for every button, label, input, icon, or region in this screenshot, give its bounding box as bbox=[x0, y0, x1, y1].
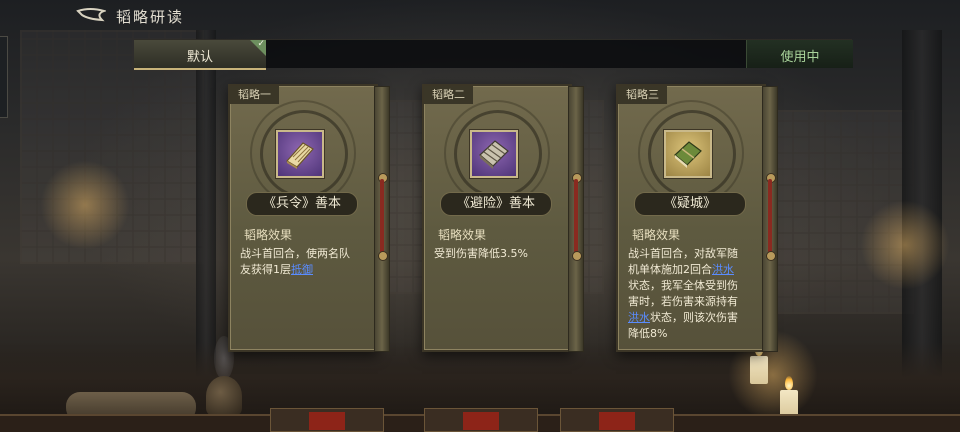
card-side-rail bbox=[762, 86, 778, 352]
card-title: 《兵令》善本 bbox=[246, 192, 358, 216]
incense-burner bbox=[206, 376, 242, 416]
table-book-1 bbox=[270, 408, 384, 432]
green-book-icon bbox=[664, 130, 712, 178]
candle-glow-right bbox=[860, 200, 950, 290]
rail-knob-bottom bbox=[572, 251, 582, 261]
rail-knob-bottom bbox=[766, 251, 776, 261]
scroll-book-icon bbox=[276, 130, 324, 178]
rail-red-bar bbox=[380, 179, 384, 253]
table-book-2 bbox=[424, 408, 538, 432]
header-bar: 韬略研读 bbox=[0, 0, 960, 30]
rail-knob-bottom bbox=[378, 251, 388, 261]
card-section-label: 韬略效果 bbox=[438, 228, 487, 242]
page-title: 韬略研读 bbox=[116, 8, 185, 26]
strategy-card-3[interactable]: 韬略三 《疑城》 韬略效果 战斗首回合，对敌军随机单体施加2回合洪水状态，我军全… bbox=[616, 84, 778, 352]
card-slot-label: 韬略三 bbox=[618, 86, 667, 104]
side-drawer-handle[interactable] bbox=[0, 36, 8, 118]
tab-default[interactable]: 默认 ✓ bbox=[134, 39, 266, 70]
in-use-label: 使用中 bbox=[780, 50, 820, 65]
card-side-rail bbox=[568, 86, 584, 352]
check-mark-icon: ✓ bbox=[257, 39, 265, 49]
strategy-card-2[interactable]: 韬略二 《避险》善本 韬略效果 受到伤害降低3.5% bbox=[422, 84, 584, 352]
card-slot-label: 韬略二 bbox=[424, 86, 473, 104]
bound-book-icon bbox=[470, 130, 518, 178]
card-desc-text-2: 状态，我军全体受到伤害时，若伤害来源持有 bbox=[628, 279, 738, 308]
card-title: 《避险》善本 bbox=[440, 192, 552, 216]
rail-red-bar bbox=[768, 179, 772, 253]
keyword-link-2[interactable]: 洪水 bbox=[628, 311, 650, 324]
card-side-rail bbox=[374, 86, 390, 352]
in-use-status[interactable]: 使用中 bbox=[746, 40, 853, 68]
card-slot-label: 韬略一 bbox=[230, 86, 279, 104]
preset-tab-bar: 默认 ✓ 使用中 bbox=[134, 39, 853, 70]
card-section-label: 韬略效果 bbox=[244, 228, 293, 242]
card-description: 战斗首回合，对敌军随机单体施加2回合洪水状态，我军全体受到伤害时，若伤害来源持有… bbox=[628, 246, 740, 342]
table-book-3 bbox=[560, 408, 674, 432]
card-description: 受到伤害降低3.5% bbox=[434, 247, 528, 260]
candle-flame-2 bbox=[785, 376, 793, 390]
card-section-label: 韬略效果 bbox=[632, 228, 681, 242]
keyword-link-1[interactable]: 洪水 bbox=[712, 263, 734, 276]
keyword-link[interactable]: 抵御 bbox=[291, 263, 313, 276]
card-description: 战斗首回合，使两名队友获得1层抵御 bbox=[240, 246, 352, 278]
strategy-card-1[interactable]: 韬略一 《兵令》善本 韬略效果 战斗首回合，使两名队友获得1层抵御 bbox=[228, 84, 390, 352]
tab-default-label: 默认 bbox=[186, 50, 213, 65]
candle-1 bbox=[750, 356, 768, 384]
card-title: 《疑城》 bbox=[634, 192, 746, 216]
candle-glow-left bbox=[40, 160, 130, 250]
rail-red-bar bbox=[574, 179, 578, 253]
back-arrow-icon[interactable] bbox=[76, 7, 106, 23]
